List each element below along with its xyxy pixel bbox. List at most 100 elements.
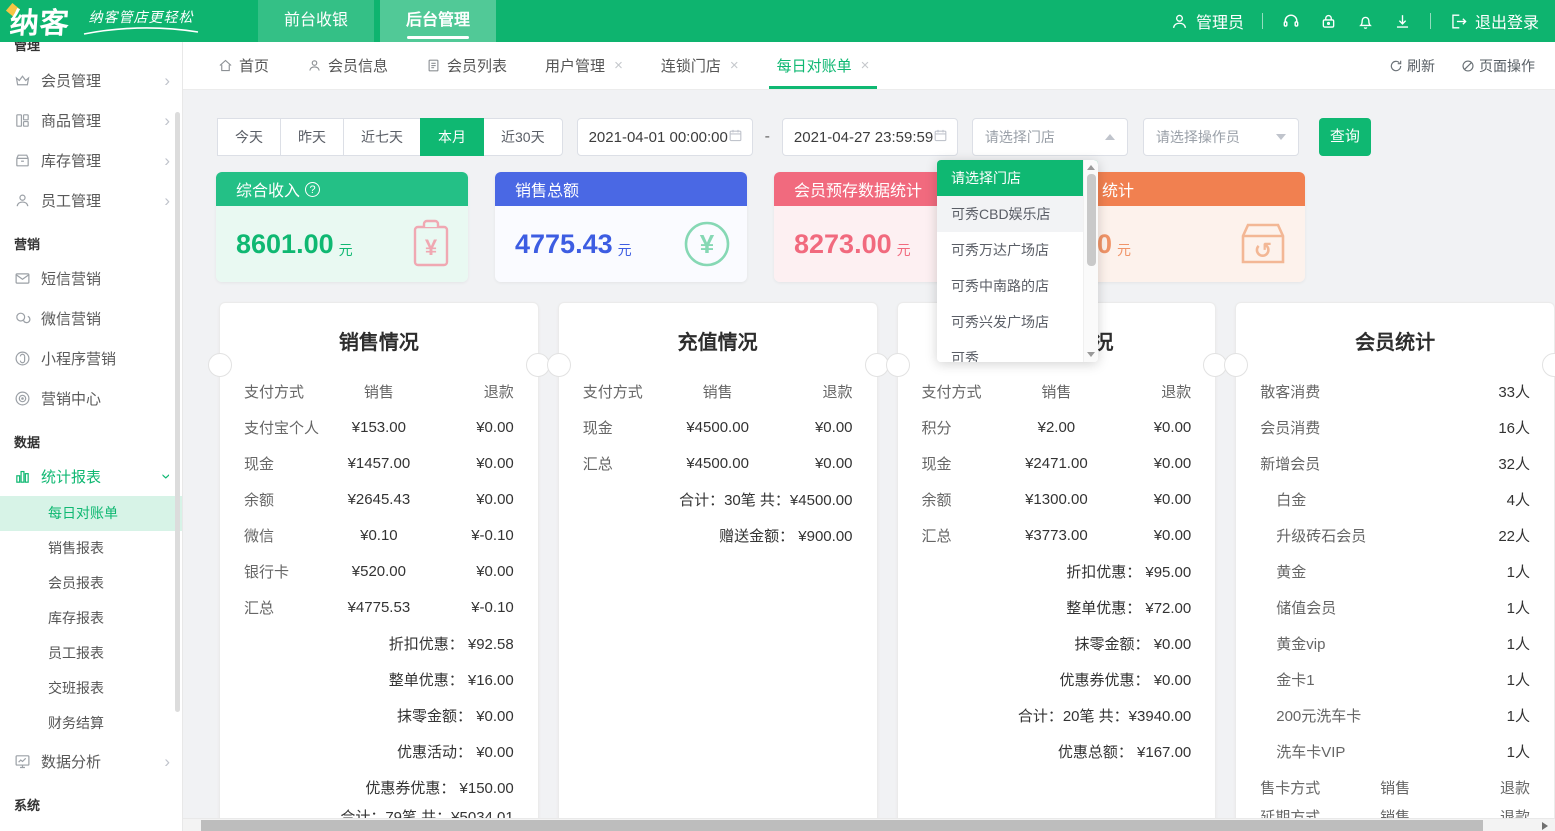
operator-select[interactable]: 请选择操作员 (1143, 118, 1299, 156)
panel-lines: 支付方式 销售 退款 积分 ¥2.00 ¥0.00 现金 ¥2471.00 ¥0… (898, 373, 1216, 769)
bar-chart-icon (14, 468, 31, 485)
close-icon[interactable]: × (614, 57, 623, 74)
tab-member-info[interactable]: 会员信息 (307, 42, 388, 89)
panel-line: 现金 ¥4500.00 ¥0.00 (559, 409, 877, 445)
svg-text:↺: ↺ (1254, 238, 1272, 263)
panel-line: 金卡1 1人 (1236, 661, 1554, 697)
quick-range-button[interactable]: 昨天 (280, 118, 344, 156)
quick-range-button[interactable]: 今天 (217, 118, 281, 156)
sidebar-item-staff-management[interactable]: 员工管理 › (0, 180, 182, 220)
quick-range-button[interactable]: 近七天 (343, 118, 421, 156)
tab-daily-reconciliation[interactable]: 每日对账单 × (777, 42, 870, 89)
sidebar-subitem-report[interactable]: 库存报表 (0, 601, 182, 636)
sidebar-item-wechat-marketing[interactable]: 微信营销 (0, 298, 182, 338)
sidebar-subitem-report[interactable]: 交班报表 (0, 671, 182, 706)
logout-button[interactable]: 退出登录 (1449, 9, 1539, 33)
panel-line: 折扣优惠： ¥92.58 (220, 625, 538, 661)
tab-home[interactable]: 首页 (218, 42, 269, 89)
crown-icon (14, 72, 31, 89)
dropdown-scrollbar[interactable] (1083, 160, 1098, 362)
date-to-input[interactable]: 2021-04-27 23:59:59 (782, 118, 958, 156)
search-button[interactable]: 查询 (1319, 118, 1371, 156)
lock-icon[interactable] (1319, 12, 1338, 31)
store-option[interactable]: 可秀中南路的店 (937, 268, 1098, 304)
sidebar-item-goods-management[interactable]: 商品管理 › (0, 100, 182, 140)
current-user[interactable]: 管理员 (1170, 9, 1244, 33)
panel-line: 售卡方式 销售 退款 (1236, 769, 1554, 805)
box-icon (14, 152, 31, 169)
support-headset-icon[interactable] (1281, 11, 1301, 31)
sidebar-subitem-report[interactable]: 会员报表 (0, 566, 182, 601)
store-option[interactable]: 请选择门店 (937, 160, 1098, 196)
sidebar-scrollbar[interactable] (175, 112, 180, 712)
panel-recharge: 充值情况 支付方式 销售 退款 现金 ¥4500.00 ¥0.00 (558, 302, 878, 831)
horizontal-scrollbar[interactable] (183, 818, 1555, 831)
sidebar-item-inventory-management[interactable]: 库存管理 › (0, 140, 182, 180)
svg-text:¥: ¥ (425, 235, 438, 260)
monitor-icon (14, 753, 31, 770)
sidebar-subitem-report[interactable]: 财务结算 (0, 706, 182, 741)
circle-yen-icon: ¥ (681, 218, 733, 275)
panel-line: 支付方式 销售 退款 (559, 373, 877, 409)
nav-front-desk-button[interactable]: 前台收银 (258, 0, 374, 42)
panel-line: 合计：30笔 共：¥4500.00 (559, 481, 877, 517)
scrollbar-thumb[interactable] (1087, 174, 1096, 266)
store-select[interactable]: 请选择门店 (972, 118, 1128, 156)
goods-icon (14, 112, 31, 129)
date-from-input[interactable]: 2021-04-01 00:00:00 (577, 118, 753, 156)
refresh-icon (1389, 59, 1403, 73)
panel-line: 抹零金额： ¥0.00 (220, 697, 538, 733)
store-option[interactable]: 可秀兴发广场店 (937, 304, 1098, 340)
miniprogram-icon (14, 350, 31, 367)
card-unit: 元 (339, 228, 353, 260)
close-icon[interactable]: × (730, 57, 739, 74)
help-icon[interactable] (305, 182, 320, 197)
download-icon[interactable] (1393, 12, 1412, 31)
sidebar-report-sublist: 每日对账单 销售报表 会员报表 库存报表 员工报表 交班报表 财务结算 (0, 496, 182, 741)
store-option[interactable]: 可秀 (937, 340, 1098, 362)
refresh-button[interactable]: 刷新 (1389, 56, 1435, 76)
sidebar-item-marketing-center[interactable]: 营销中心 (0, 378, 182, 418)
tabs: 首页 会员信息 会员列表 用户管理 × 连锁门店 × 每日对账单 × (218, 42, 869, 89)
sidebar-subitem-report[interactable]: 员工报表 (0, 636, 182, 671)
report-panels: 销售情况 支付方式 销售 退款 支付宝个人 ¥153.00 ¥0.00 (219, 302, 1555, 831)
sidebar-group-system: 系统 (0, 781, 182, 819)
sidebar-subitem-report[interactable]: 每日对账单 (0, 496, 182, 531)
scroll-up-icon[interactable] (1087, 165, 1095, 170)
home-icon (218, 58, 233, 73)
chevron-down-icon: › (159, 473, 176, 479)
bell-icon[interactable] (1356, 12, 1375, 31)
card-title: 会员预存数据统计 (794, 177, 922, 201)
panel-line: 余额 ¥1300.00 ¥0.00 (898, 481, 1216, 517)
panel-line: 支付方式 销售 退款 (220, 373, 538, 409)
panel-line: 银行卡 ¥520.00 ¥0.00 (220, 553, 538, 589)
page-operations-button[interactable]: 页面操作 (1461, 56, 1535, 76)
panel-lines: 支付方式 销售 退款 现金 ¥4500.00 ¥0.00 汇总 ¥4500.00… (559, 373, 877, 553)
tab-actions: 刷新 页面操作 (1389, 56, 1555, 76)
svg-text:¥: ¥ (700, 229, 715, 259)
sidebar-item-sms-marketing[interactable]: 短信营销 (0, 258, 182, 298)
close-icon[interactable]: × (861, 57, 870, 74)
scroll-down-icon[interactable] (1087, 352, 1095, 357)
tab-chain-stores[interactable]: 连锁门店 × (661, 42, 739, 89)
sidebar-item-miniprogram-marketing[interactable]: 小程序营销 (0, 338, 182, 378)
sidebar-item-member-management[interactable]: 会员管理 › (0, 60, 182, 100)
chevron-right-icon: › (164, 112, 170, 129)
tab-user-management[interactable]: 用户管理 × (545, 42, 623, 89)
store-option[interactable]: 可秀万达广场店 (937, 232, 1098, 268)
chevron-right-icon: › (164, 152, 170, 169)
quick-range-button[interactable]: 近30天 (483, 118, 563, 156)
store-option[interactable]: 可秀CBD娱乐店 (937, 196, 1098, 232)
quick-range-button[interactable]: 本月 (420, 118, 484, 156)
card-unit: 元 (897, 228, 911, 260)
scroll-right-icon[interactable] (1542, 822, 1548, 830)
header-separator (1430, 13, 1431, 29)
person-icon (307, 58, 322, 73)
sidebar-subitem-report[interactable]: 销售报表 (0, 531, 182, 566)
sidebar-item-data-analysis[interactable]: 数据分析 › (0, 741, 182, 781)
main-content: 今天 昨天 近七天 本月 近30天 2021-04-01 00:00:00 - … (183, 90, 1555, 831)
tab-member-list[interactable]: 会员列表 (426, 42, 507, 89)
scrollbar-thumb[interactable] (201, 820, 1483, 831)
sidebar-item-statistics-reports[interactable]: 统计报表 › (0, 456, 182, 496)
nav-backoffice-button[interactable]: 后台管理 (380, 0, 496, 42)
